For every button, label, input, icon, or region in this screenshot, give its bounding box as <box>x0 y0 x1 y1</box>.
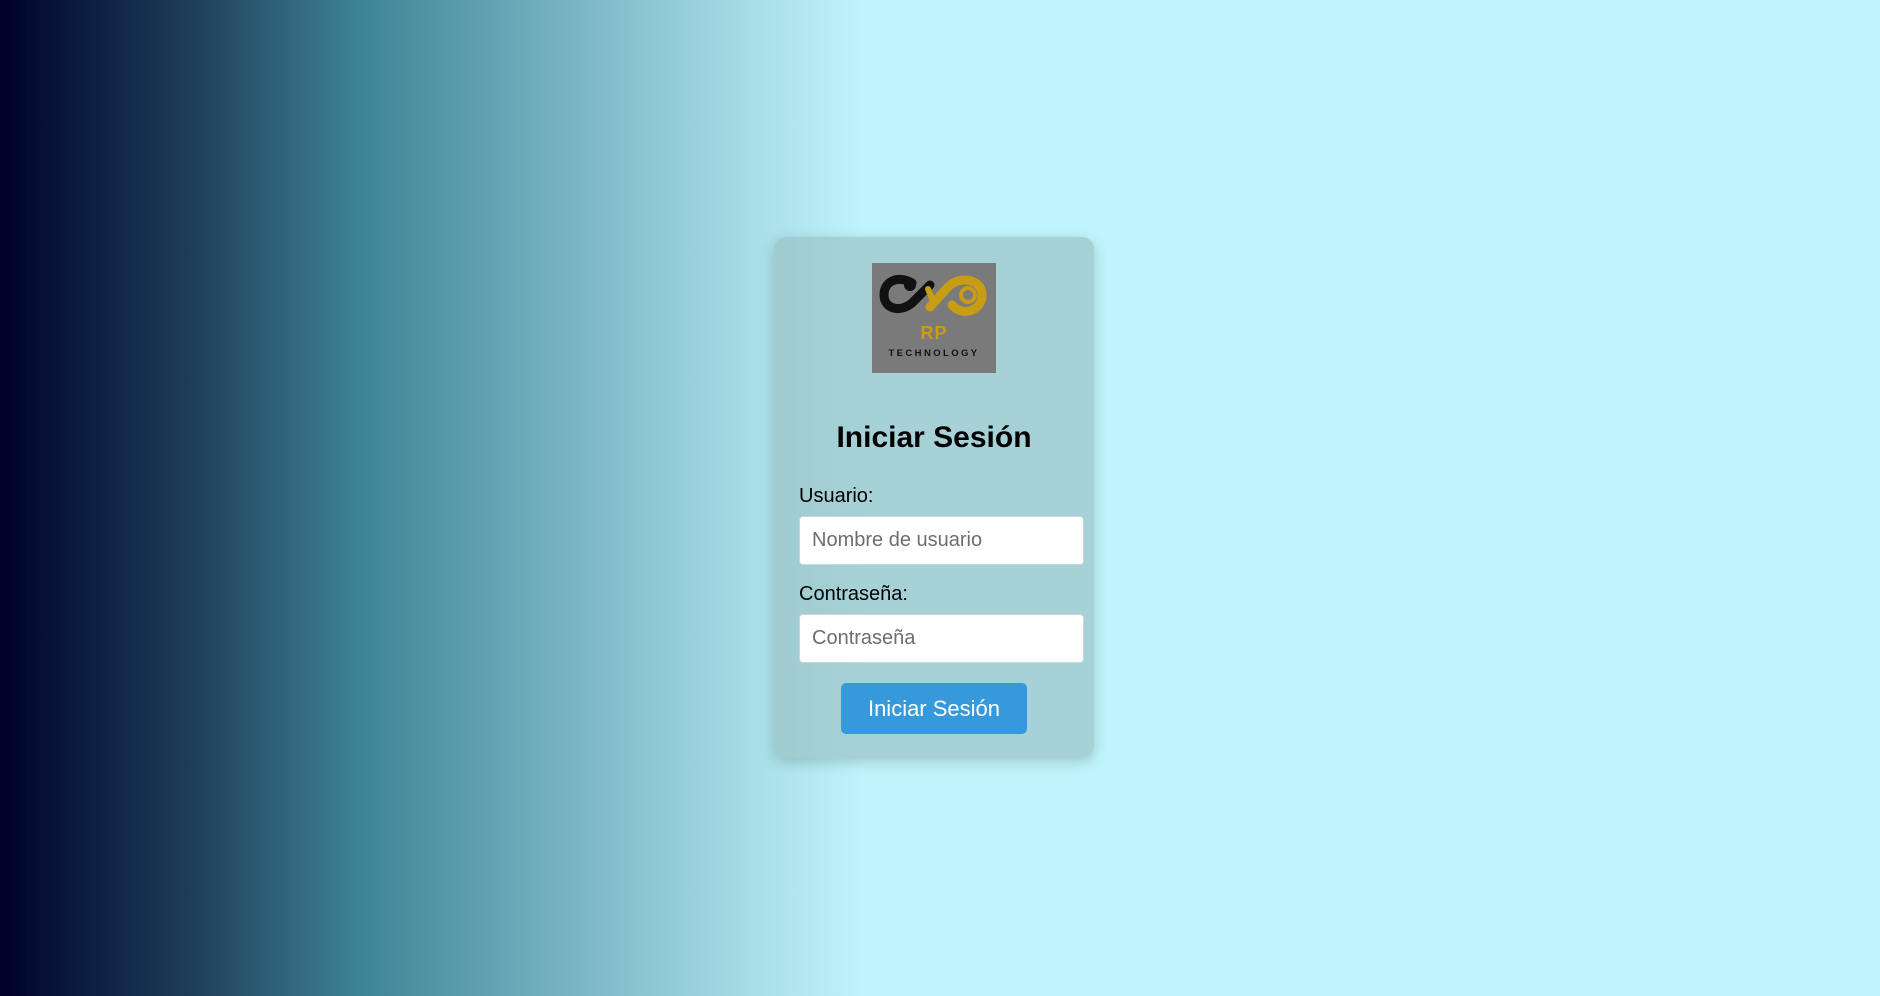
company-logo: RP TECHNOLOGY <box>872 263 996 373</box>
logo-subtitle: TECHNOLOGY <box>888 348 980 359</box>
login-page: { "login": { "title": "Iniciar Sesión", … <box>0 0 1880 996</box>
username-label: Usuario: <box>799 485 874 507</box>
password-input[interactable] <box>799 614 1084 663</box>
logo-mark-text: RP <box>920 323 948 343</box>
password-label: Contraseña: <box>799 583 908 605</box>
login-button[interactable]: Iniciar Sesión <box>841 683 1027 734</box>
username-input[interactable] <box>799 516 1084 565</box>
login-card: RP TECHNOLOGY Iniciar Sesión Usuario: Co… <box>774 237 1094 758</box>
login-title: Iniciar Sesión <box>836 421 1032 454</box>
